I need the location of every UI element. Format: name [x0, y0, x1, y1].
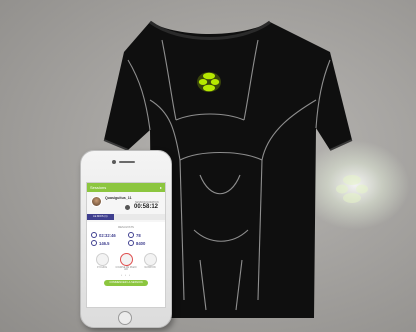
stat-calories: 8400 — [128, 240, 161, 246]
stat-value: 02:32:46 — [99, 232, 116, 238]
stat-value: 8400 — [136, 240, 146, 246]
flame-icon — [128, 240, 134, 246]
run-icon — [119, 253, 133, 266]
start-session-button[interactable]: COMMENCER LA SESSION — [104, 280, 148, 286]
activity-running[interactable]: COURSE DE PLEIN AIR — [115, 253, 137, 271]
smart-shirt — [103, 20, 368, 318]
home-button[interactable] — [118, 311, 132, 325]
activity-label: CYCLING — [96, 267, 108, 269]
activity-selector: CYCLING COURSE DE PLEIN AIR NATATION — [87, 249, 165, 271]
stat-heart-rate: 78 — [128, 232, 161, 238]
smartphone: Sessions ▸ Quasiguitus_11 SESSION DURATI… — [80, 150, 172, 328]
front-camera — [112, 160, 116, 164]
product-photo-scene: Sessions ▸ Quasiguitus_11 SESSION DURATI… — [0, 0, 416, 332]
heart-icon — [128, 232, 134, 238]
stat-value: 78 — [136, 232, 141, 238]
session-timer: 00:58:12 — [134, 204, 159, 210]
share-icon[interactable]: ▸ — [160, 183, 162, 192]
stat-value: 146.5 — [99, 240, 110, 246]
four-petal-logo-icon — [197, 72, 221, 92]
activity-cycling[interactable]: CYCLING — [91, 253, 113, 271]
activity-label: NATATION — [144, 267, 156, 269]
app-header-title: Sessions — [90, 185, 107, 190]
page-indicator: • • • — [121, 273, 131, 277]
clock-icon — [91, 232, 97, 238]
distance-icon — [91, 240, 97, 246]
stats-grid: 02:32:46 78 146.5 8400 — [87, 229, 165, 249]
tab-3[interactable] — [140, 214, 165, 220]
activity-label: COURSE DE PLEIN AIR — [115, 267, 137, 271]
app-screen: Sessions ▸ Quasiguitus_11 SESSION DURATI… — [86, 182, 166, 308]
avatar[interactable] — [91, 196, 102, 207]
stat-duration: 02:32:46 — [91, 232, 124, 238]
swim-icon — [143, 253, 157, 266]
tab-month[interactable]: LE MOIS (1) — [87, 214, 114, 220]
bike-icon — [95, 253, 109, 266]
app-header: Sessions ▸ — [87, 183, 165, 192]
username: Quasiguitus_11 — [105, 196, 132, 200]
activity-swimming[interactable]: NATATION — [139, 253, 161, 271]
earpiece-speaker — [119, 161, 135, 163]
profile-panel: Quasiguitus_11 SESSION DURATION 00:58:12… — [87, 192, 165, 222]
tab-2[interactable] — [113, 214, 141, 220]
stat-distance: 146.5 — [91, 240, 124, 246]
tab-bar: LE MOIS (1) — [87, 214, 165, 220]
logo-reflection — [336, 175, 368, 203]
status-icon — [125, 205, 130, 210]
